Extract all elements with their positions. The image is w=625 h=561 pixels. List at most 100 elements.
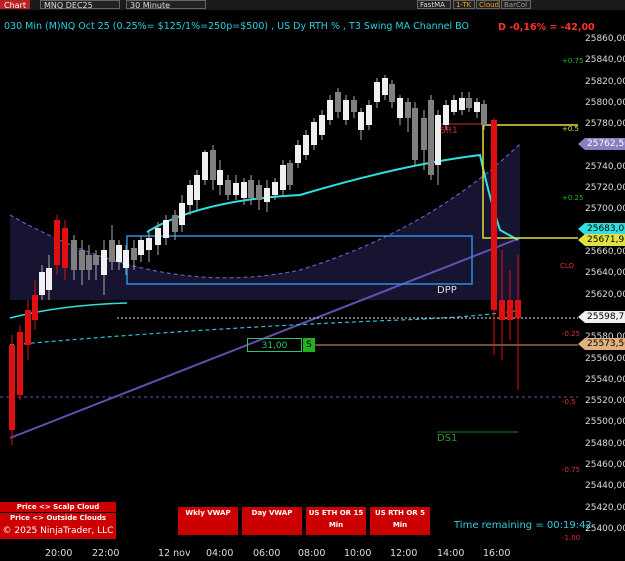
candle-body [397, 98, 403, 118]
outside-clouds-button[interactable]: Price <> Outside Clouds [0, 513, 116, 523]
candle-body [101, 250, 107, 275]
price-axis-label: 25480,00 [585, 438, 625, 449]
price-axis-label: 25500,00 [585, 417, 625, 428]
price-axis-label: 25740,00 [585, 161, 625, 172]
target-s-badge[interactable]: S [303, 338, 315, 352]
candle-body [71, 240, 77, 270]
candle-body [172, 215, 178, 232]
candle-body [280, 165, 286, 190]
candle-body [116, 245, 122, 262]
candle-body [466, 98, 472, 108]
candle-body [335, 92, 341, 112]
price-axis-label: 25820,00 [585, 76, 625, 87]
day-vwap-button[interactable]: Day VWAP [242, 507, 302, 535]
candle-body [93, 255, 99, 265]
candle-body [79, 250, 85, 270]
candle-body [264, 188, 270, 202]
price-tag-4: 25598,75 [578, 311, 625, 323]
price-axis-label: 25840,00 [585, 55, 625, 66]
candle-body [39, 272, 45, 295]
candle-body [351, 100, 357, 112]
candle-body [272, 182, 278, 195]
time-label: 08:00 [298, 548, 326, 559]
price-axis-label: 25560,00 [585, 353, 625, 364]
candle-body [210, 150, 216, 180]
time-label: 14:00 [437, 548, 465, 559]
time-label: 22:00 [92, 548, 120, 559]
price-axis-label: 25440,00 [585, 481, 625, 492]
price-axis-label: 25420,00 [585, 502, 625, 513]
candle-body [46, 268, 52, 290]
pct-label-m050: -0.5 [562, 398, 576, 406]
dpp-label: DPP [437, 285, 457, 296]
time-label: 06:00 [253, 548, 281, 559]
candle-body [25, 310, 31, 345]
candle-body [155, 228, 161, 245]
candle-body [146, 238, 152, 250]
price-tag-3: 25671,97 [578, 234, 625, 246]
time-label: 10:00 [344, 548, 372, 559]
candle-body [32, 295, 38, 320]
price-axis-label: 25540,00 [585, 374, 625, 385]
copyright-banner: © 2025 NinjaTrader, LLC [0, 523, 116, 539]
candle-body [138, 240, 144, 255]
price-axis-label: 25700,00 [585, 204, 625, 215]
rth-or-button[interactable]: US RTH OR 5 Min [370, 507, 430, 535]
price-axis-label: 25460,00 [585, 460, 625, 470]
time-label: 12 nov [158, 548, 191, 559]
wkly-vwap-button[interactable]: Wkly VWAP [178, 507, 238, 535]
candle-body [319, 115, 325, 135]
candle-body [295, 145, 301, 163]
candle-body [358, 112, 364, 130]
price-axis-label: 25780,00 [585, 119, 625, 130]
candle-body [405, 102, 411, 118]
price-axis-label: 25640,00 [585, 268, 625, 279]
candle-body [62, 228, 68, 268]
time-label: 16:00 [483, 548, 511, 559]
channel-cloud [10, 144, 520, 300]
price-axis-label: 25660,00 [585, 247, 625, 257]
eth-or-button[interactable]: US ETH OR 15 Min [306, 507, 366, 535]
candle-body [248, 180, 254, 198]
candle-body [109, 240, 115, 262]
candle-body [86, 255, 92, 270]
price-axis-label: 25620,00 [585, 289, 625, 300]
candle-body [123, 250, 129, 268]
price-axis-label: 25720,00 [585, 183, 625, 194]
candle-body [9, 345, 15, 430]
candle-body [303, 135, 309, 155]
candle-body [428, 100, 434, 175]
price-axis-label: 25520,00 [585, 396, 625, 407]
time-remaining: Time remaining = 00:19:42 [454, 520, 592, 531]
candle-body [412, 108, 418, 160]
candle-body [343, 100, 349, 120]
price-chart[interactable] [0, 0, 625, 561]
candle-body [443, 105, 449, 125]
pct-label-050: +0.5 [562, 125, 579, 133]
candle-body [194, 175, 200, 200]
candle-body [366, 105, 372, 125]
candle-body [187, 185, 193, 205]
candle-body [507, 300, 513, 320]
candle-body [202, 152, 208, 180]
candle-body [311, 122, 317, 145]
target-box[interactable]: 31,00 [247, 338, 302, 352]
candle-body [241, 182, 247, 198]
candle-body [515, 300, 521, 318]
price-axis-label: 25860,00 [585, 34, 625, 44]
candle-body [287, 163, 293, 185]
candle-body [179, 203, 185, 225]
price-tag-2: 25683,00 [578, 223, 625, 235]
price-tag-1: 25762,50 [578, 138, 625, 150]
candle-body [491, 120, 497, 310]
candle-body [421, 118, 427, 150]
price-tag-5: 25573,50 [578, 338, 625, 350]
time-label: 04:00 [206, 548, 234, 559]
time-label: 20:00 [45, 548, 73, 559]
sr1-label: SR1 [440, 126, 458, 136]
ds1-label: DS1 [437, 433, 458, 444]
candle-body [225, 180, 231, 195]
candle-body [459, 98, 465, 110]
scalp-cloud-button[interactable]: Price <> Scalp Cloud [0, 502, 116, 512]
time-label: 12:00 [390, 548, 418, 559]
